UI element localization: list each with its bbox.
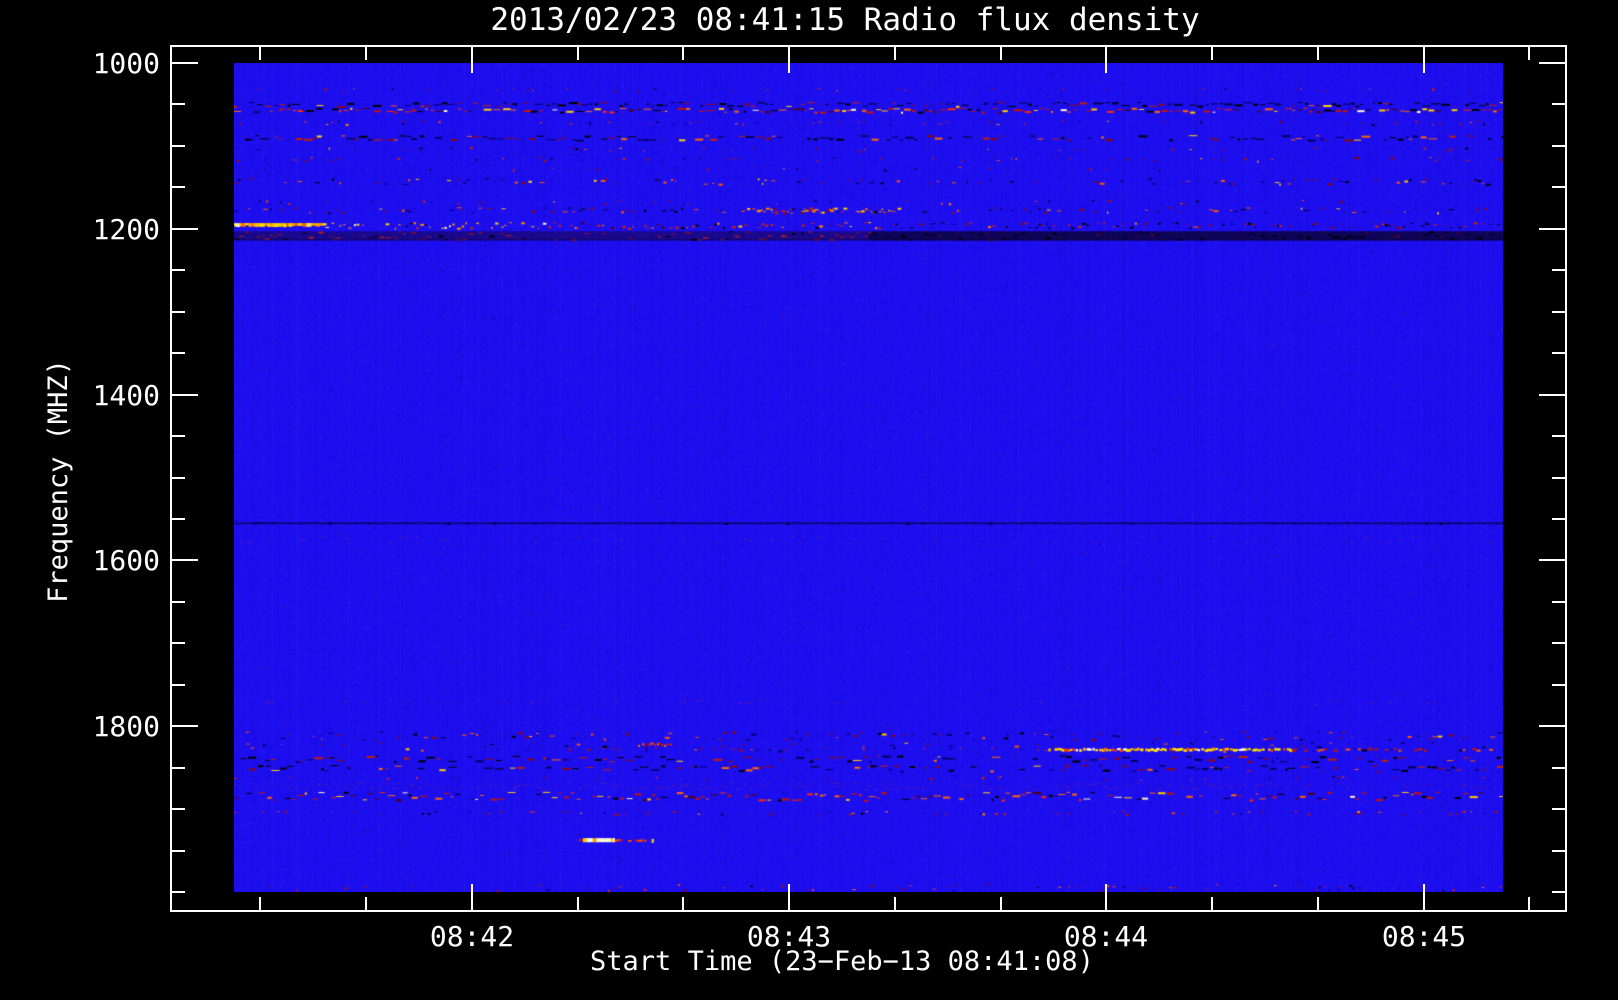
y-minor-tick-right — [1552, 145, 1565, 147]
y-minor-tick-right — [1552, 269, 1565, 271]
y-minor-tick — [172, 767, 185, 769]
x-axis-title: Start Time (23−Feb−13 08:41:08) — [590, 946, 1094, 977]
y-minor-tick-right — [1552, 518, 1565, 520]
y-minor-tick — [172, 352, 185, 354]
y-minor-tick — [172, 186, 185, 188]
y-minor-tick-right — [1552, 103, 1565, 105]
y-major-tick — [172, 394, 198, 396]
y-minor-tick — [172, 684, 185, 686]
y-axis-title: Frequency (MHZ) — [43, 359, 74, 603]
y-minor-tick-right — [1552, 642, 1565, 644]
x-minor-tick — [1317, 897, 1319, 910]
y-minor-tick — [172, 477, 185, 479]
y-minor-tick-right — [1552, 311, 1565, 313]
x-minor-tick — [577, 897, 579, 910]
x-minor-tick — [1528, 897, 1530, 910]
y-major-tick-right — [1539, 394, 1565, 396]
y-minor-tick — [172, 103, 185, 105]
x-minor-tick — [894, 897, 896, 910]
y-minor-tick-right — [1552, 808, 1565, 810]
y-minor-tick — [172, 518, 185, 520]
y-minor-tick-right — [1552, 186, 1565, 188]
y-minor-tick-right — [1552, 435, 1565, 437]
x-minor-tick-top — [682, 47, 684, 60]
y-minor-tick — [172, 269, 185, 271]
x-major-tick-top — [788, 47, 790, 73]
y-minor-tick — [172, 601, 185, 603]
radio-spectrogram-figure: 2013/02/23 08:41:15 Radio flux density 0… — [0, 0, 1618, 1000]
y-tick-label: 1800 — [92, 710, 160, 743]
y-tick-label: 1400 — [92, 379, 160, 412]
y-minor-tick — [172, 808, 185, 810]
y-tick-label: 1200 — [92, 213, 160, 246]
x-minor-tick — [365, 897, 367, 910]
y-major-tick-right — [1539, 559, 1565, 561]
y-major-tick-right — [1539, 62, 1565, 64]
y-major-tick — [172, 725, 198, 727]
x-tick-label: 08:45 — [1381, 920, 1467, 953]
x-major-tick-top — [1105, 47, 1107, 73]
x-minor-tick-top — [259, 47, 261, 60]
y-major-tick — [172, 228, 198, 230]
x-major-tick-top — [1423, 47, 1425, 73]
y-minor-tick — [172, 435, 185, 437]
x-major-tick — [1105, 884, 1107, 910]
x-major-tick-top — [471, 47, 473, 73]
y-minor-tick-right — [1552, 850, 1565, 852]
x-major-tick — [1423, 884, 1425, 910]
x-minor-tick — [259, 897, 261, 910]
y-minor-tick — [172, 311, 185, 313]
y-minor-tick-right — [1552, 767, 1565, 769]
y-major-tick-right — [1539, 228, 1565, 230]
y-minor-tick — [172, 891, 185, 893]
x-minor-tick-top — [1528, 47, 1530, 60]
y-minor-tick-right — [1552, 352, 1565, 354]
x-minor-tick-top — [1317, 47, 1319, 60]
x-minor-tick-top — [894, 47, 896, 60]
chart-title: 2013/02/23 08:41:15 Radio flux density — [490, 2, 1200, 38]
x-minor-tick-top — [1000, 47, 1002, 60]
y-major-tick-right — [1539, 725, 1565, 727]
y-minor-tick — [172, 850, 185, 852]
x-minor-tick-top — [577, 47, 579, 60]
y-minor-tick-right — [1552, 684, 1565, 686]
y-tick-label: 1000 — [92, 47, 160, 80]
y-major-tick — [172, 559, 198, 561]
x-minor-tick-top — [365, 47, 367, 60]
y-minor-tick-right — [1552, 891, 1565, 893]
y-minor-tick — [172, 145, 185, 147]
y-tick-label: 1600 — [92, 544, 160, 577]
y-major-tick — [172, 62, 198, 64]
x-major-tick — [471, 884, 473, 910]
x-minor-tick — [1211, 897, 1213, 910]
y-minor-tick — [172, 642, 185, 644]
x-minor-tick-top — [1211, 47, 1213, 60]
y-minor-tick-right — [1552, 601, 1565, 603]
x-minor-tick — [682, 897, 684, 910]
y-minor-tick-right — [1552, 477, 1565, 479]
x-minor-tick — [1000, 897, 1002, 910]
x-major-tick — [788, 884, 790, 910]
plot-frame — [170, 45, 1567, 912]
